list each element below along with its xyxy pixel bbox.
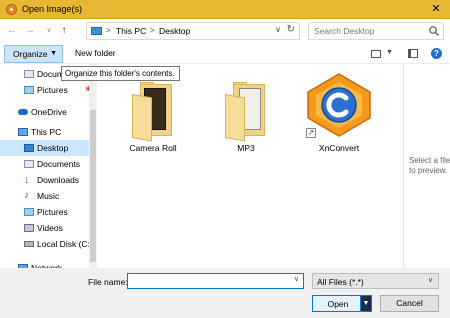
folder-icon	[225, 82, 265, 142]
open-button[interactable]: Open ▼	[312, 295, 372, 312]
documents-folder-icon	[24, 70, 34, 78]
sidebar-item-videos[interactable]: Videos	[0, 220, 89, 236]
dialog-footer: File name: ∨ All Files (*.*) ∨ Open ▼ Ca…	[0, 268, 450, 318]
sidebar-item-downloads[interactable]: ↓ Downloads	[0, 172, 89, 188]
sidebar-item-label: OneDrive	[31, 107, 67, 117]
sidebar-item-label: Videos	[37, 223, 63, 233]
chevron-down-icon: ▼	[50, 50, 57, 57]
organize-tooltip: Organize this folder's contents.	[61, 66, 180, 81]
sidebar-item-music[interactable]: ♪ Music	[0, 188, 89, 204]
breadcrumb-desktop[interactable]: Desktop	[159, 26, 190, 36]
app-icon	[6, 4, 17, 15]
navigation-pane: Docum Pictures 📌 OneDrive This PC Deskto…	[0, 64, 97, 268]
address-bar[interactable]: > This PC > Desktop ∨ ↻	[86, 22, 300, 40]
sidebar-item-desktop[interactable]: Desktop	[0, 140, 89, 156]
music-note-icon: ♪	[24, 190, 29, 201]
breadcrumb-separator: >	[150, 26, 155, 35]
search-input[interactable]	[309, 23, 427, 39]
view-options-icon[interactable]	[371, 50, 381, 58]
drive-icon	[24, 241, 34, 247]
forward-arrow-icon[interactable]: →	[24, 25, 36, 37]
file-item-label: Camera Roll	[129, 143, 177, 153]
recent-locations-icon[interactable]: ∨	[43, 25, 55, 37]
documents-folder-icon	[24, 160, 34, 168]
open-options-dropdown[interactable]: ▼	[360, 296, 371, 311]
chevron-down-icon[interactable]: ∨	[275, 25, 281, 34]
sidebar-scrollbar[interactable]	[89, 64, 97, 268]
sidebar-item-label: Pictures	[37, 85, 68, 95]
chevron-down-icon[interactable]: ∨	[294, 275, 299, 283]
close-button[interactable]: ✕	[422, 0, 450, 19]
preview-pane: Select a file to preview.	[403, 64, 450, 268]
organize-label: Organize	[13, 49, 48, 59]
filename-input[interactable]	[128, 274, 288, 288]
command-bar: Organize ▼ New folder ▼ ?	[0, 44, 450, 64]
breadcrumb-this-pc[interactable]: This PC	[116, 26, 146, 36]
file-item-label: XnConvert	[318, 143, 360, 153]
search-icon[interactable]	[428, 25, 440, 37]
cancel-button[interactable]: Cancel	[380, 295, 439, 312]
sidebar-item-label: Network	[31, 263, 63, 268]
sidebar-item-local-disk[interactable]: Local Disk (C:)	[0, 236, 93, 252]
organize-button[interactable]: Organize ▼	[4, 45, 63, 63]
chevron-down-icon[interactable]: ▼	[386, 49, 393, 56]
sidebar-item-label: Downloads	[37, 175, 80, 185]
preview-pane-icon[interactable]	[408, 49, 418, 58]
pictures-folder-icon	[24, 86, 34, 94]
preview-message: Select a file to preview.	[409, 156, 450, 175]
sidebar-item-network[interactable]: Network	[0, 260, 89, 268]
title-bar: Open Image(s) ✕	[0, 0, 450, 19]
filetype-select[interactable]: All Files (*.*) ∨	[312, 273, 439, 289]
sidebar-item-label: Desktop	[37, 143, 69, 153]
file-item-xnconvert[interactable]: ↗ XnConvert	[304, 72, 374, 156]
window-title: Open Image(s)	[22, 4, 83, 14]
scrollbar-thumb[interactable]	[90, 110, 96, 262]
cloud-icon	[18, 109, 28, 115]
shortcut-arrow-icon: ↗	[306, 128, 316, 138]
desktop-icon	[24, 144, 34, 152]
pictures-folder-icon	[24, 208, 34, 216]
file-list: Camera Roll MP3 ↗ XnConvert	[97, 64, 403, 268]
new-folder-button[interactable]: New folder	[75, 48, 116, 58]
back-arrow-icon[interactable]: ←	[6, 25, 18, 37]
sidebar-item-pictures[interactable]: Pictures	[0, 204, 89, 220]
filename-label: File name:	[88, 277, 128, 287]
filetype-value: All Files (*.*)	[317, 277, 364, 287]
file-item-camera-roll[interactable]: Camera Roll	[118, 72, 188, 156]
videos-folder-icon	[24, 224, 34, 232]
file-item-mp3[interactable]: MP3	[211, 72, 281, 156]
file-item-label: MP3	[237, 143, 255, 153]
sidebar-item-quick-pictures[interactable]: Pictures 📌	[0, 82, 93, 98]
chevron-down-icon: ∨	[427, 277, 433, 284]
open-label: Open	[327, 299, 349, 309]
folder-icon	[132, 82, 172, 142]
sidebar-item-label: Local Disk (C:)	[37, 239, 93, 249]
sidebar-item-label: Music	[37, 191, 60, 201]
search-box[interactable]	[308, 22, 444, 40]
breadcrumb-separator: >	[106, 26, 111, 35]
address-row: ← → ∨ ↑ > This PC > Desktop ∨ ↻	[0, 19, 450, 44]
refresh-icon[interactable]: ↻	[287, 24, 295, 35]
sidebar-item-label: Docum	[37, 69, 64, 79]
help-icon[interactable]: ?	[431, 48, 442, 59]
download-arrow-icon: ↓	[24, 174, 30, 186]
filename-field[interactable]: ∨	[127, 273, 304, 289]
up-arrow-icon[interactable]: ↑	[58, 25, 70, 37]
computer-icon	[91, 27, 102, 35]
sidebar-item-label: This PC	[31, 127, 62, 137]
sidebar-item-documents[interactable]: Documents	[0, 156, 89, 172]
sidebar-item-label: Documents	[37, 159, 80, 169]
sidebar-item-label: Pictures	[37, 207, 68, 217]
sidebar-item-onedrive[interactable]: OneDrive	[0, 104, 89, 120]
computer-icon	[18, 128, 28, 136]
sidebar-item-this-pc[interactable]: This PC	[0, 124, 89, 140]
